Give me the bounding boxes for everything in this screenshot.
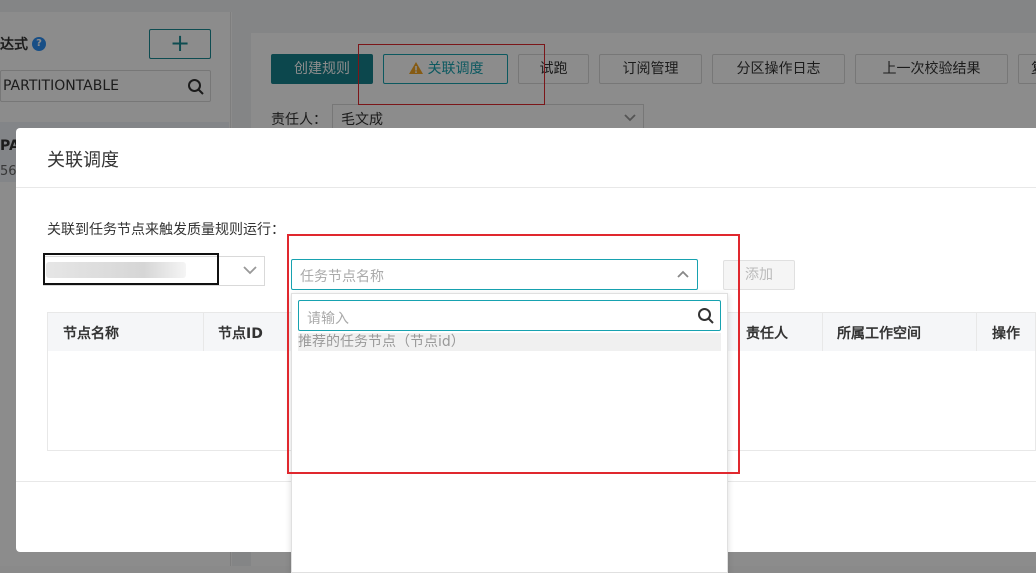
col-workspace: 所属工作空间 [837, 326, 921, 342]
modal-description: 关联到任务节点来触发质量规则运行： [47, 222, 285, 238]
modal-title: 关联调度 [47, 150, 119, 171]
col-node-id: 节点ID [218, 326, 263, 342]
redaction-box [43, 253, 219, 285]
col-owner-label: 责任人 [746, 326, 788, 342]
highlight-box-dropdown [287, 234, 740, 474]
col-divider [203, 312, 204, 352]
col-node-name: 节点名称 [63, 326, 119, 342]
col-actions: 操作 [992, 326, 1020, 342]
modal-divider [16, 187, 1036, 188]
chevron-down-icon[interactable] [241, 262, 259, 282]
col-divider [976, 312, 977, 352]
col-divider [822, 312, 823, 352]
